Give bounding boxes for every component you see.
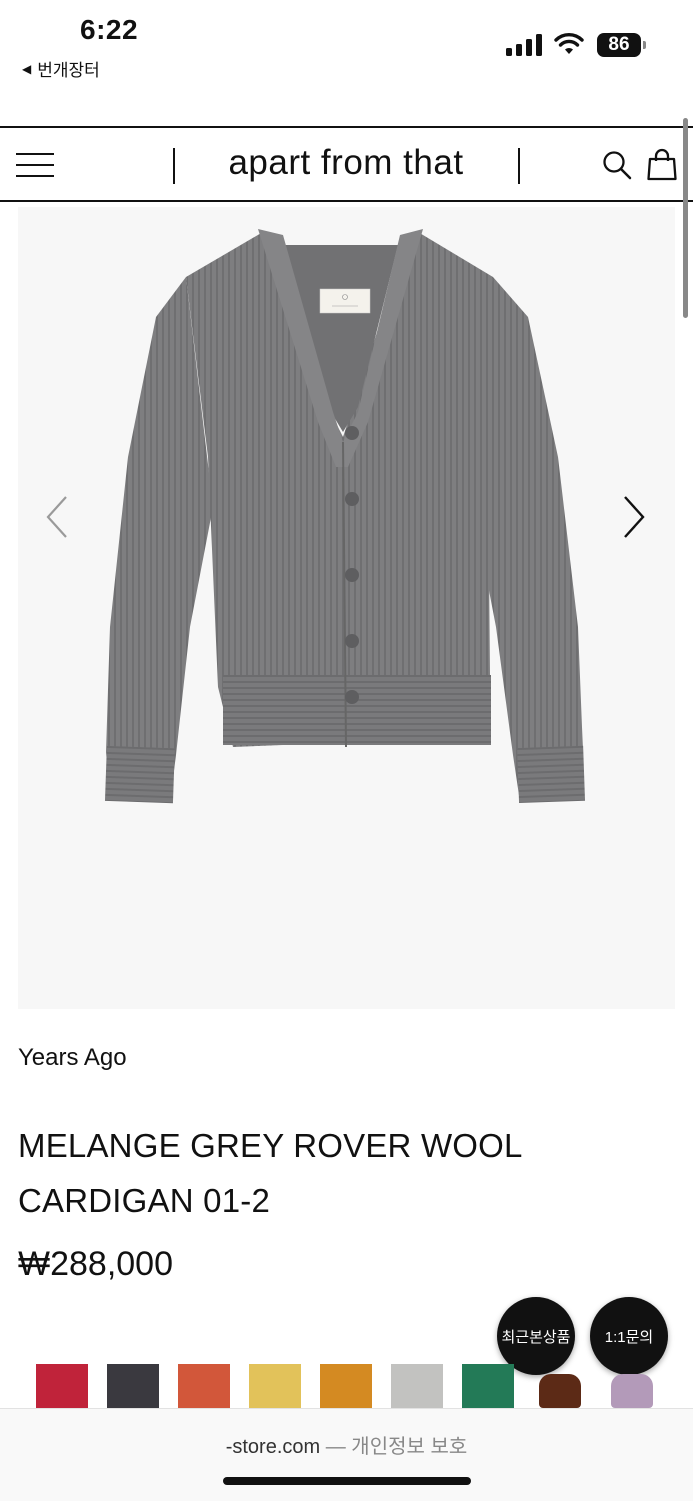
menu-icon[interactable] bbox=[16, 151, 54, 179]
back-to-app-link[interactable]: ◀ 번개장터 bbox=[22, 56, 100, 81]
cellular-signal-icon bbox=[506, 34, 542, 56]
battery-icon: 86 bbox=[597, 33, 641, 57]
color-swatch-orange[interactable] bbox=[178, 1364, 230, 1412]
product-image-gallery[interactable] bbox=[18, 207, 675, 1009]
product-title-line1: MELANGE GREY ROVER WOOL bbox=[18, 1127, 523, 1164]
battery-cap bbox=[643, 41, 646, 49]
privacy-text: — 개인정보 보호 bbox=[325, 1436, 468, 1458]
previous-image-arrow-icon[interactable] bbox=[44, 494, 72, 540]
color-swatch-yellow[interactable] bbox=[249, 1364, 301, 1412]
header-divider-left bbox=[173, 148, 175, 184]
status-time: 6:22 bbox=[80, 14, 139, 45]
home-indicator[interactable] bbox=[223, 1477, 471, 1485]
product-title-line2: CARDIGAN 01-2 bbox=[18, 1182, 271, 1219]
page-scrollbar[interactable] bbox=[683, 118, 688, 318]
cardigan-image bbox=[104, 229, 586, 804]
browser-url[interactable]: -store.com — 개인정보 보호 bbox=[0, 1430, 693, 1459]
color-swatch-mustard[interactable] bbox=[320, 1364, 372, 1412]
color-swatch-lilac[interactable] bbox=[611, 1374, 653, 1408]
color-swatch-charcoal[interactable] bbox=[107, 1364, 159, 1412]
color-swatch-green[interactable] bbox=[462, 1364, 514, 1412]
color-swatch-red[interactable] bbox=[36, 1364, 88, 1412]
product-price: ₩288,000 bbox=[18, 1245, 173, 1283]
shopping-bag-icon[interactable] bbox=[647, 147, 677, 181]
product-brand[interactable]: Years Ago bbox=[18, 1044, 127, 1072]
color-swatch-light-grey[interactable] bbox=[391, 1364, 443, 1412]
wifi-icon bbox=[554, 33, 584, 54]
search-icon[interactable] bbox=[602, 150, 632, 180]
inquiry-button[interactable]: 1:1문의 bbox=[590, 1297, 668, 1375]
url-text: -store.com bbox=[225, 1436, 321, 1458]
color-swatch-brown[interactable] bbox=[539, 1374, 581, 1408]
site-logo[interactable]: apart from that bbox=[190, 143, 502, 183]
header-divider-right bbox=[518, 148, 520, 184]
back-triangle-icon: ◀ bbox=[22, 61, 32, 76]
product-title: MELANGE GREY ROVER WOOL CARDIGAN 01-2 bbox=[18, 1118, 598, 1228]
back-app-label: 번개장터 bbox=[37, 61, 100, 80]
next-image-arrow-icon[interactable] bbox=[620, 494, 648, 540]
